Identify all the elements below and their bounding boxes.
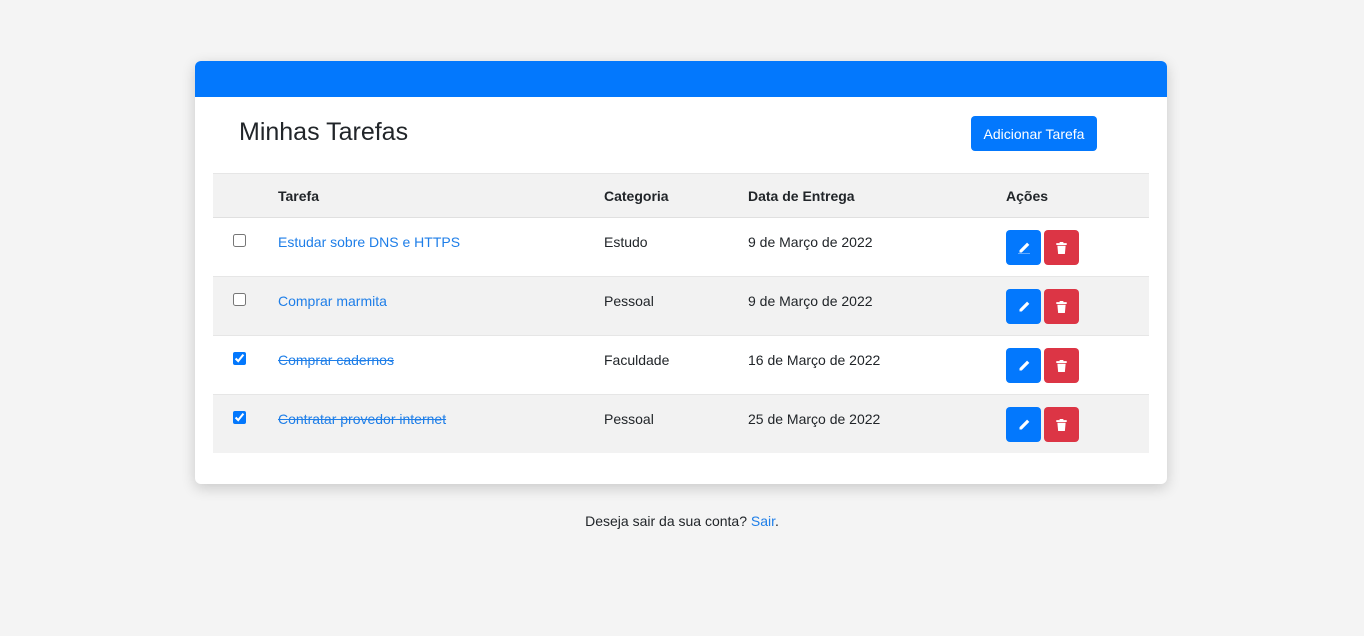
column-header-actions: Ações: [1006, 173, 1149, 218]
trash-icon: [1056, 418, 1067, 431]
delete-task-button[interactable]: [1044, 407, 1079, 442]
delete-task-button[interactable]: [1044, 230, 1079, 265]
task-title-link[interactable]: Contratar provedor internet: [278, 411, 446, 427]
edit-task-button[interactable]: [1006, 348, 1041, 383]
column-header-date: Data de Entrega: [748, 173, 1006, 218]
task-done-checkbox[interactable]: [233, 411, 246, 424]
task-done-checkbox[interactable]: [233, 234, 246, 247]
column-header-task: Tarefa: [278, 173, 604, 218]
task-due-date: 9 de Março de 2022: [748, 234, 873, 250]
table-row: Estudar sobre DNS e HTTPS Estudo 9 de Ma…: [213, 217, 1149, 277]
delete-task-button[interactable]: [1044, 289, 1079, 324]
task-due-date: 16 de Março de 2022: [748, 352, 881, 368]
task-title-link[interactable]: Comprar cadernos: [278, 352, 394, 368]
pencil-icon: [1019, 419, 1029, 429]
task-category: Pessoal: [604, 293, 654, 309]
task-done-checkbox[interactable]: [233, 293, 246, 306]
table-row: Contratar provedor internet Pessoal 25 d…: [213, 394, 1149, 453]
page-title: Minhas Tarefas: [239, 118, 409, 146]
table-header-row: Tarefa Categoria Data de Entrega Ações: [213, 173, 1149, 218]
logout-prompt: Deseja sair da sua conta? Sair.: [0, 513, 1364, 529]
tasks-card: Minhas Tarefas Adicionar Tarefa Tarefa C…: [195, 61, 1167, 484]
task-done-checkbox[interactable]: [233, 352, 246, 365]
trash-icon: [1056, 300, 1067, 313]
pencil-icon: [1017, 242, 1030, 254]
trash-icon: [1056, 241, 1067, 254]
task-title-link[interactable]: Estudar sobre DNS e HTTPS: [278, 234, 460, 250]
logout-question: Deseja sair da sua conta?: [585, 513, 751, 529]
logout-link[interactable]: Sair: [751, 513, 775, 529]
task-due-date: 25 de Março de 2022: [748, 411, 881, 427]
edit-task-button[interactable]: [1006, 230, 1041, 265]
trash-icon: [1056, 359, 1067, 372]
add-task-button[interactable]: Adicionar Tarefa: [971, 116, 1097, 151]
task-due-date: 9 de Março de 2022: [748, 293, 873, 309]
pencil-icon: [1019, 360, 1029, 370]
task-category: Faculdade: [604, 352, 670, 368]
edit-task-button[interactable]: [1006, 407, 1041, 442]
task-category: Estudo: [604, 234, 648, 250]
delete-task-button[interactable]: [1044, 348, 1079, 383]
table-row: Comprar cadernos Faculdade 16 de Março d…: [213, 335, 1149, 395]
tasks-table: Tarefa Categoria Data de Entrega Ações E…: [213, 173, 1149, 453]
task-category: Pessoal: [604, 411, 654, 427]
card-header-bar: [195, 61, 1167, 97]
pencil-icon: [1019, 301, 1029, 311]
task-title-link[interactable]: Comprar marmita: [278, 293, 387, 309]
column-header-category: Categoria: [604, 173, 748, 218]
table-row: Comprar marmita Pessoal 9 de Março de 20…: [213, 276, 1149, 336]
edit-task-button[interactable]: [1006, 289, 1041, 324]
column-header-select: [213, 173, 278, 218]
logout-period: .: [775, 513, 779, 529]
